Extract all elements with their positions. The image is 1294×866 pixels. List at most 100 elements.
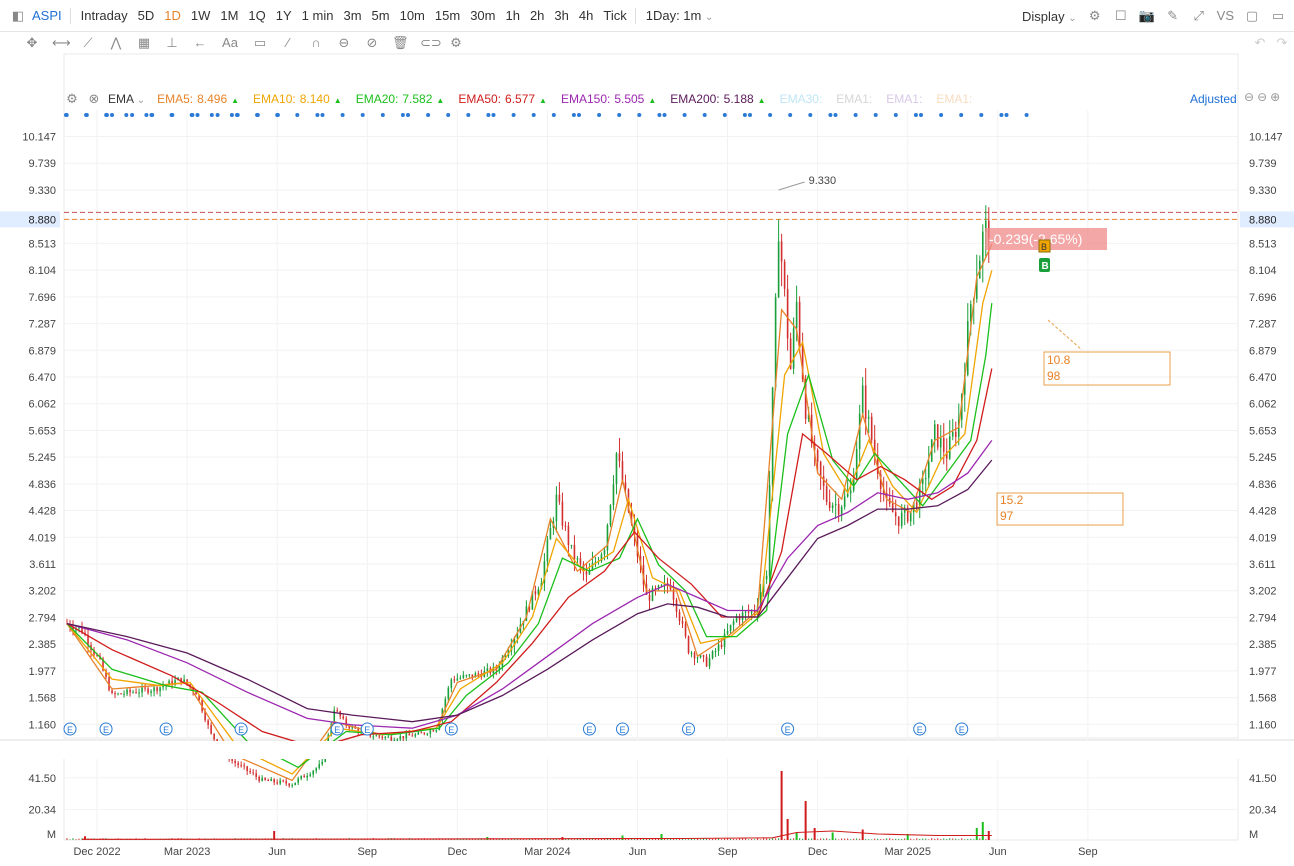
- magnet-icon[interactable]: ∩: [308, 35, 324, 51]
- ema-legend-item[interactable]: EMA200: 5.188 ▲: [670, 92, 765, 106]
- interval-tab-tick[interactable]: Tick: [603, 8, 626, 23]
- candle-body: [135, 692, 137, 694]
- undo-icon[interactable]: ↶: [1252, 35, 1268, 51]
- line-tool-icon[interactable]: ⟷: [52, 35, 71, 51]
- ema-legend-item[interactable]: EMA30:: [780, 92, 823, 106]
- ema-legend-item[interactable]: EMA5: 8.496 ▲: [157, 92, 239, 106]
- price-chart[interactable]: 10.147 10.147 9.739 9.739 9.330 9.330 8.880 8.8…: [0, 0, 1294, 866]
- legend-close-icon[interactable]: ⊗: [86, 91, 102, 107]
- hide-icon[interactable]: ⊘: [364, 35, 380, 51]
- interval-tab-15m[interactable]: 15m: [435, 8, 460, 23]
- interval-tab-1d[interactable]: 1D: [164, 8, 181, 23]
- drawing-settings-icon[interactable]: ⚙: [448, 35, 464, 51]
- mavol-indicator-label[interactable]: MAVOL: [108, 743, 149, 757]
- interval-tab-4h[interactable]: 4h: [579, 8, 593, 23]
- interval-tab-1y[interactable]: 1Y: [276, 8, 292, 23]
- y-tick-label-right: 7.696: [1249, 292, 1277, 304]
- legend-settings-icon[interactable]: ⚙: [64, 91, 80, 107]
- link-icon[interactable]: ⊂⊃: [420, 35, 442, 51]
- ema-legend-item[interactable]: EMA1:: [836, 92, 872, 106]
- collapse-icon[interactable]: ⊖: [1244, 90, 1257, 104]
- candle-body: [537, 589, 540, 595]
- vol-legend-item[interactable]: MAVOL50: 3.032 ▼: [316, 743, 420, 757]
- arrow-tool-icon[interactable]: ←: [192, 35, 208, 51]
- layout-icon[interactable]: ☐: [1113, 8, 1129, 24]
- y-tick-label-left: 4.428: [28, 506, 56, 518]
- sidebar-toggle-icon[interactable]: ◧: [10, 8, 26, 24]
- plus-icon[interactable]: ⊕: [1270, 90, 1283, 104]
- vol-legend-item[interactable]: MAVOL20:: [246, 743, 304, 757]
- camera-icon[interactable]: 📷: [1139, 8, 1155, 24]
- interval-tab-5m[interactable]: 5m: [372, 8, 390, 23]
- vol-settings-icon[interactable]: ⚙: [64, 742, 80, 758]
- interval-tab-1min[interactable]: 1 min: [302, 8, 334, 23]
- ema-legend-item[interactable]: EMA20: 7.582 ▲: [356, 92, 445, 106]
- interval-tab-1h[interactable]: 1h: [505, 8, 519, 23]
- ema-legend-item[interactable]: EMA1:: [886, 92, 922, 106]
- candle-body: [411, 735, 414, 737]
- comment-tool-icon[interactable]: ▭: [252, 35, 268, 51]
- vol-tick-label-right: 41.50: [1249, 773, 1277, 785]
- interval-tab-intraday[interactable]: Intraday: [81, 8, 128, 23]
- interval-tab-30m[interactable]: 30m: [470, 8, 495, 23]
- signal-dot: [149, 113, 154, 117]
- trash-icon[interactable]: 🗑: [392, 35, 409, 51]
- ema-legend-item[interactable]: EMA10: 8.140 ▲: [253, 92, 342, 106]
- note-icon[interactable]: ▢: [1244, 8, 1260, 24]
- candle-body: [657, 585, 660, 589]
- vol-legend-item[interactable]: MAVOL0:: [432, 743, 483, 757]
- event-marker: [234, 722, 248, 736]
- volume-legend: ⚙ ⊗ MAVOL VOL: 0.352 ▼ MAVOL20: MAVOL50: 3.03…: [64, 742, 495, 758]
- candle-body: [417, 732, 420, 735]
- fullscreen-icon[interactable]: ⤢: [1191, 8, 1207, 24]
- chevron-down-icon: ⌄: [1068, 12, 1077, 24]
- interval-tab-1m[interactable]: 1M: [220, 8, 238, 23]
- window-icon[interactable]: ▭: [1270, 8, 1286, 24]
- candle-body: [162, 685, 164, 688]
- ema-legend-item[interactable]: EMA50: 6.577 ▲: [458, 92, 547, 106]
- interval-tab-1q[interactable]: 1Q: [248, 8, 265, 23]
- vol-legend-item[interactable]: VOL: 0.352 ▼: [161, 743, 234, 757]
- interval-tab-2h[interactable]: 2h: [530, 8, 544, 23]
- sync-icon[interactable]: ⊖: [336, 35, 352, 51]
- candle-body: [528, 606, 531, 610]
- settings-gear-icon[interactable]: ⚙: [1087, 8, 1103, 24]
- ema-legend-name: EMA50:: [458, 92, 502, 106]
- measure-tool-icon[interactable]: ⊥: [164, 35, 180, 51]
- display-dropdown[interactable]: Display ⌄: [1022, 9, 1077, 24]
- buy-marker-outline: [1038, 239, 1051, 253]
- interval-tab-3m[interactable]: 3m: [343, 8, 361, 23]
- candle-body: [246, 766, 248, 772]
- adjusted-toggle[interactable]: Adjusted: [1190, 92, 1238, 106]
- signal-dot: [64, 113, 69, 117]
- signal-dot: [597, 113, 602, 117]
- interval-tab-5d[interactable]: 5D: [138, 8, 155, 23]
- wave-tool-icon[interactable]: ⋀: [108, 35, 124, 51]
- ema-indicator-label[interactable]: EMA ⌄: [108, 92, 145, 106]
- mavol50-line: [81, 830, 992, 840]
- period-selector[interactable]: 1Day: 1m ⌄: [646, 8, 714, 23]
- candle-body: [681, 621, 684, 624]
- compare-vs-button[interactable]: VS: [1217, 8, 1234, 24]
- ema-values: EMA5: 8.496 ▲ EMA10: 8.140 ▲ EMA20: 7.582 ▲ EMA50…: [157, 92, 986, 106]
- text-tool-icon[interactable]: Aa: [220, 35, 240, 51]
- vol-close-icon[interactable]: ⊗: [86, 742, 102, 758]
- interval-tab-3h[interactable]: 3h: [554, 8, 568, 23]
- vol-legend-name: MAVOL20:: [246, 743, 305, 757]
- redo-icon[interactable]: ↷: [1274, 35, 1290, 51]
- buy-marker: [1039, 258, 1050, 272]
- ema-legend-item[interactable]: EMA1:: [936, 92, 972, 106]
- ema-legend-item[interactable]: EMA150: 5.505 ▲: [561, 92, 656, 106]
- candle-body: [747, 611, 750, 613]
- pen-icon[interactable]: ✎: [1165, 8, 1181, 24]
- interval-tab-1w[interactable]: 1W: [191, 8, 211, 23]
- move-crosshair-icon[interactable]: ✥: [24, 35, 40, 51]
- symbol-label[interactable]: ASPI: [32, 8, 62, 23]
- candle-body: [567, 525, 570, 546]
- interval-tab-10m[interactable]: 10m: [400, 8, 425, 23]
- event-marker: [360, 722, 374, 736]
- brush-tool-icon[interactable]: ⁄: [280, 35, 296, 51]
- pattern-tool-icon[interactable]: ▦: [136, 35, 152, 51]
- minus-icon[interactable]: ⊖: [1257, 90, 1270, 104]
- trend-tool-icon[interactable]: ⟋: [80, 35, 96, 51]
